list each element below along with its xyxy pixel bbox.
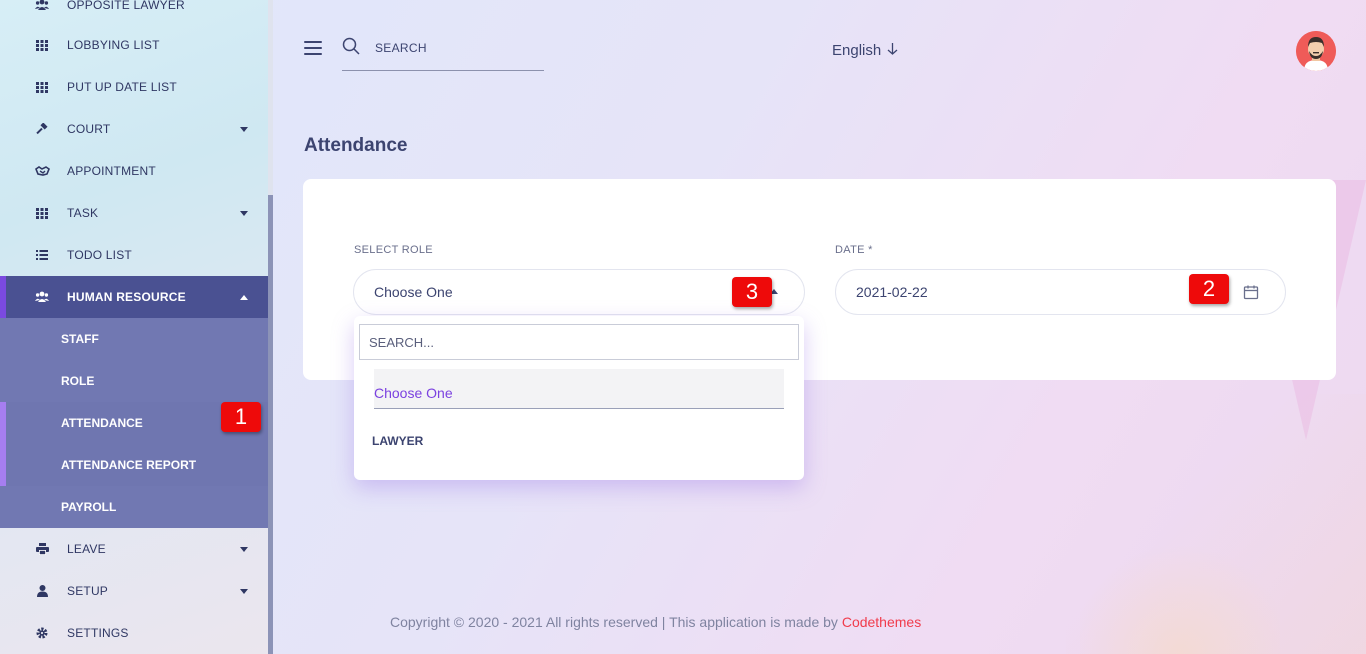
sidebar-item-settings[interactable]: SETTINGS [0,612,268,654]
role-dropdown: Choose One LAWYER [354,316,804,480]
sidebar-item-label: LOBBYING LIST [67,38,160,52]
gear-icon [34,625,50,641]
sidebar-item-label: SETTINGS [67,626,129,640]
search-icon [342,37,360,55]
sidebar-item-label: PUT UP DATE LIST [67,80,177,94]
sidebar-item-label: OPPOSITE LAWYER [67,0,185,12]
background-decoration [1066,394,1366,654]
background-decoration [1080,534,1280,654]
submenu-item-payroll[interactable]: PAYROLL [0,486,268,528]
users-icon [34,289,50,305]
sidebar-item-label: SETUP [67,584,109,598]
sidebar-item-leave[interactable]: LEAVE [0,528,268,570]
submenu-item-label: ATTENDANCE REPORT [61,458,197,472]
chevron-down-icon [240,589,248,594]
submenu-item-role[interactable]: ROLE [0,360,268,402]
sidebar-item-label: HUMAN RESOURCE [67,290,186,304]
date-value: 2021-02-22 [856,284,928,300]
sidebar-item-human-resource[interactable]: HUMAN RESOURCE [0,276,268,318]
chevron-up-icon [240,295,248,300]
date-label: DATE * [835,244,873,256]
submenu-item-label: ATTENDANCE [61,416,143,430]
submenu-item-label: PAYROLL [61,500,117,514]
user-icon [34,583,50,599]
calendar-icon[interactable] [1243,284,1259,300]
gavel-icon [34,121,50,137]
footer-brand-link[interactable]: Codethemes [842,614,921,630]
page-title: Attendance [304,135,408,156]
sidebar-item-lobbying-list[interactable]: LOBBYING LIST [0,24,268,66]
submenu-item-attendance-report[interactable]: ATTENDANCE REPORT [0,444,268,486]
list-icon [34,247,50,263]
language-label: English [832,42,882,59]
step-marker: 2 [1189,274,1229,304]
arrow-down-icon [887,42,898,59]
step-marker: 1 [221,402,261,432]
grid-icon [34,205,50,221]
users-icon [34,0,50,13]
sidebar-item-opposite-lawyer[interactable]: OPPOSITE LAWYER [0,0,268,26]
sidebar-scrollbar[interactable] [268,0,273,654]
sidebar-item-court[interactable]: COURT [0,108,268,150]
footer-text: Copyright © 2020 - 2021 All rights reser… [390,614,842,630]
dropdown-option-label: Choose One [374,385,453,401]
sidebar-item-put-up-date-list[interactable]: PUT UP DATE LIST [0,66,268,108]
role-select-value: Choose One [374,284,453,300]
grid-icon [34,37,50,53]
sidebar-item-label: LEAVE [67,542,106,556]
chevron-down-icon [240,211,248,216]
sidebar-item-task[interactable]: TASK [0,192,268,234]
print-icon [34,541,50,557]
sidebar-item-setup[interactable]: SETUP [0,570,268,612]
menu-toggle-icon[interactable] [304,41,322,55]
scrollbar-thumb[interactable] [268,195,273,654]
sidebar-item-label: TASK [67,206,99,220]
chevron-down-icon [240,127,248,132]
grid-icon [34,79,50,95]
search-input[interactable] [375,38,535,58]
step-marker: 3 [732,277,772,307]
sidebar-item-label: APPOINTMENT [67,164,156,178]
sidebar-item-label: COURT [67,122,111,136]
submenu-item-label: STAFF [61,332,99,346]
dropdown-search-input[interactable] [359,324,799,360]
language-selector[interactable]: English [832,42,898,59]
dropdown-option[interactable]: Choose One [374,369,784,409]
footer: Copyright © 2020 - 2021 All rights reser… [390,614,921,630]
sidebar-item-label: TODO LIST [67,248,132,262]
sidebar-item-appointment[interactable]: APPOINTMENT [0,150,268,192]
submenu-item-staff[interactable]: STAFF [0,318,268,360]
submenu-item-label: ROLE [61,374,95,388]
sidebar-item-todo-list[interactable]: TODO LIST [0,234,268,276]
chevron-down-icon [240,547,248,552]
avatar[interactable] [1296,31,1336,71]
handshake-icon [34,163,50,179]
select-role-label: SELECT ROLE [354,244,433,256]
sidebar: OPPOSITE LAWYER LOBBYING LIST PUT UP DAT… [0,0,268,654]
dropdown-option-label: LAWYER [372,434,424,448]
header-search [342,36,544,71]
dropdown-option[interactable]: LAWYER [372,424,784,464]
